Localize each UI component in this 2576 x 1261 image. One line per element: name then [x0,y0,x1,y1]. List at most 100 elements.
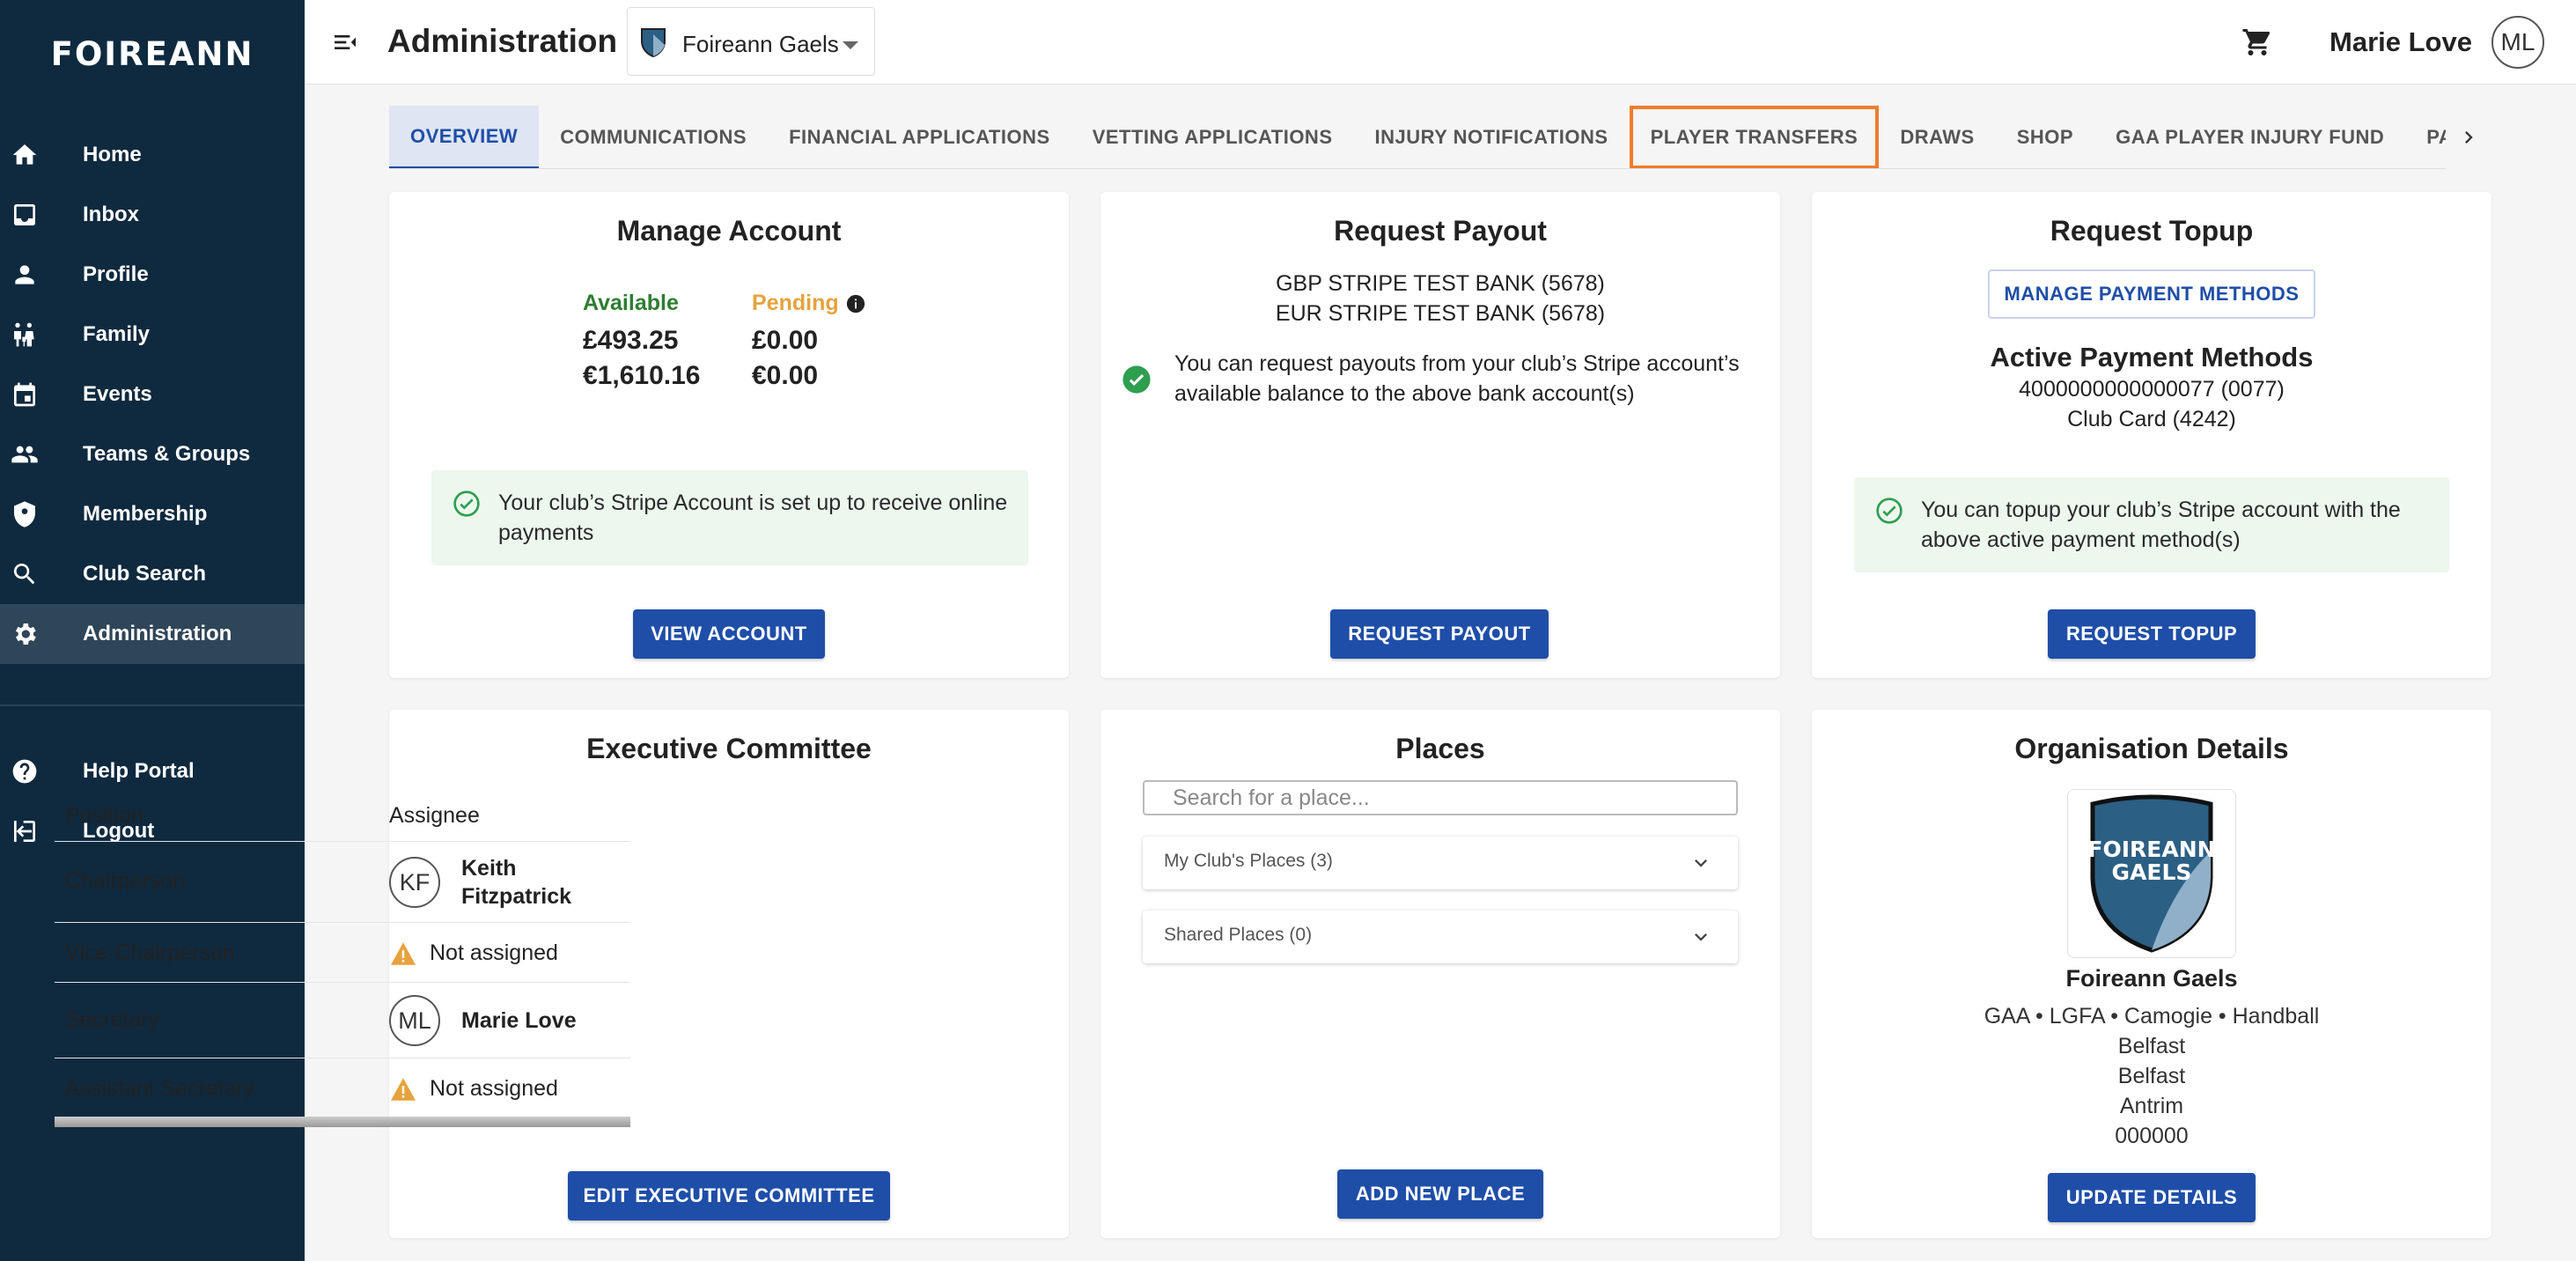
payment-method-card: 4000000000000077 (0077) [2019,377,2285,402]
crest-text-foireann: FOIREANN [2087,837,2215,862]
topup-status-text: You can topup your club’s Stripe account… [1921,498,2401,552]
position-name: Secretary [65,1007,159,1032]
sidebar-item-label: Club Search [83,562,207,586]
warning-icon [391,1077,416,1101]
app-logo: FOIREANN [50,35,254,73]
address-line: 000000 [2115,1124,2189,1148]
sidebar-item-label: Membership [83,502,208,526]
sidebar-item-inbox[interactable]: Inbox [0,185,305,245]
avatar[interactable]: ML [2491,16,2544,69]
pending-gbp: £0.00 [752,326,819,355]
sidebar-item-profile[interactable]: Profile [0,245,305,305]
manage-payment-methods-button[interactable]: MANAGE PAYMENT METHODS [1988,269,2315,319]
gear-icon [15,623,36,645]
assignee-name: Keith Fitzpatrick [461,856,572,909]
organisation-codes: GAA • LGFA • Camogie • Handball [1984,1004,2320,1029]
search-icon [13,564,35,585]
organisation-name: Foireann Gaels [2065,965,2238,992]
request-payout-button[interactable]: REQUEST PAYOUT [1330,609,1549,659]
top-bar: Administration Foireann Gaels Marie Love… [305,0,2576,85]
place-search-input[interactable] [1143,780,1738,815]
sidebar-item-label: Events [83,382,152,406]
sidebar-nav: Home Inbox Profile Family Events Teams &… [0,125,305,861]
table-scroll-edge[interactable] [55,1117,630,1127]
request-topup-button[interactable]: REQUEST TOPUP [2048,609,2256,659]
club-crest-icon: FOIREANN GAELS [2087,794,2216,953]
pending-label: Pending [752,291,839,315]
accordion-label: Shared Places (0) [1164,925,1313,945]
request-payout-card: Request Payout GBP STRIPE TEST BANK (567… [1100,192,1780,678]
sidebar-divider [0,704,305,706]
table-row[interactable]: Vice-Chairperson Not assigned [55,923,630,983]
card-title: Request Topup [2050,215,2254,247]
sidebar-item-membership[interactable]: Membership [0,484,305,544]
club-selector[interactable]: Foireann Gaels [627,7,875,76]
sidebar-item-family[interactable]: Family [0,305,305,365]
family-icon [14,322,34,347]
table-row[interactable]: Assistant Secretary Not assigned [55,1058,630,1118]
column-header-position: Position [65,803,144,828]
chevron-down-icon [843,41,858,49]
tab-shop[interactable]: SHOP [1996,106,2094,168]
table-row[interactable]: Secretary ML Marie Love [55,983,630,1058]
active-payment-methods-title: Active Payment Methods [1990,342,2314,372]
avatar: ML [389,995,440,1046]
card-title: Manage Account [616,215,842,247]
inbox-icon [14,204,35,225]
tab-communications[interactable]: COMMUNICATIONS [539,106,768,168]
position-name: Assistant Secretary [65,1076,255,1101]
sidebar-item-label: Family [83,322,151,346]
avatar: KF [389,857,440,908]
payout-note: You can request payouts from your club’s… [1174,351,1740,406]
user-name[interactable]: Marie Love [2329,26,2472,58]
tab-vetting-applications[interactable]: VETTING APPLICATIONS [1071,106,1354,168]
sidebar-item-teams-groups[interactable]: Teams & Groups [0,424,305,484]
tab-injury-notifications[interactable]: INJURY NOTIFICATIONS [1354,106,1630,168]
cart-icon[interactable] [2241,26,2273,58]
edit-executive-committee-button[interactable]: EDIT EXECUTIVE COMMITTEE [568,1171,890,1220]
shield-icon [14,501,35,527]
payment-method-club-card: Club Card (4242) [2067,407,2236,431]
check-circle-icon [1876,498,1903,524]
shared-places-accordion[interactable]: Shared Places (0) [1143,911,1738,963]
info-icon[interactable] [846,294,865,313]
my-club-places-accordion[interactable]: My Club's Places (3) [1143,837,1738,889]
address-line: Belfast [2117,1064,2186,1088]
manage-account-card: Manage Account Available £493.25 €1,610.… [389,192,1069,678]
table-row[interactable]: Chairperson KF Keith Fitzpatrick [55,842,630,923]
available-label: Available [583,291,679,315]
person-icon [15,265,34,284]
card-title: Organisation Details [2014,733,2289,764]
stripe-status-text: Your club’s Stripe Account is set up to … [498,490,1008,545]
help-icon [12,759,37,784]
sidebar-item-club-search[interactable]: Club Search [0,544,305,604]
home-icon [12,144,37,165]
tab-financial-applications[interactable]: FINANCIAL APPLICATIONS [768,106,1071,168]
tab-draws[interactable]: DRAWS [1879,106,1995,168]
add-new-place-button[interactable]: ADD NEW PLACE [1337,1169,1543,1219]
crest-text-gaels: GAELS [2112,859,2192,885]
sidebar-item-home[interactable]: Home [0,125,305,185]
assignee-name: Not assigned [430,1076,558,1101]
bank-account-eur: EUR STRIPE TEST BANK (5678) [1275,301,1606,326]
sidebar-item-events[interactable]: Events [0,365,305,424]
sidebar-item-label: Administration [83,622,232,645]
check-circle-icon [453,490,480,517]
sidebar-item-label: Inbox [83,203,139,226]
position-name: Vice-Chairperson [65,940,235,965]
tab-overview[interactable]: OVERVIEW [389,106,540,168]
tabs-scroll-right[interactable] [2446,106,2491,169]
card-title: Request Payout [1334,215,1547,247]
sidebar-item-administration[interactable]: Administration [0,604,305,664]
view-account-button[interactable]: VIEW ACCOUNT [633,609,825,659]
request-topup-card: Request Topup MANAGE PAYMENT METHODS Act… [1812,192,2491,678]
stripe-status-box: Your club’s Stripe Account is set up to … [431,470,1028,565]
menu-collapse-icon[interactable] [331,28,359,56]
tab-gaa-player-injury-fund[interactable]: GAA PLAYER INJURY FUND [2094,106,2405,168]
table-header: Position Assignee [55,784,630,842]
column-header-assignee: Assignee [389,803,480,828]
assignee-name: Not assigned [430,940,558,965]
update-details-button[interactable]: UPDATE DETAILS [2048,1173,2256,1222]
card-title: Executive Committee [586,733,872,764]
tab-player-transfers[interactable]: PLAYER TRANSFERS [1629,106,1880,168]
